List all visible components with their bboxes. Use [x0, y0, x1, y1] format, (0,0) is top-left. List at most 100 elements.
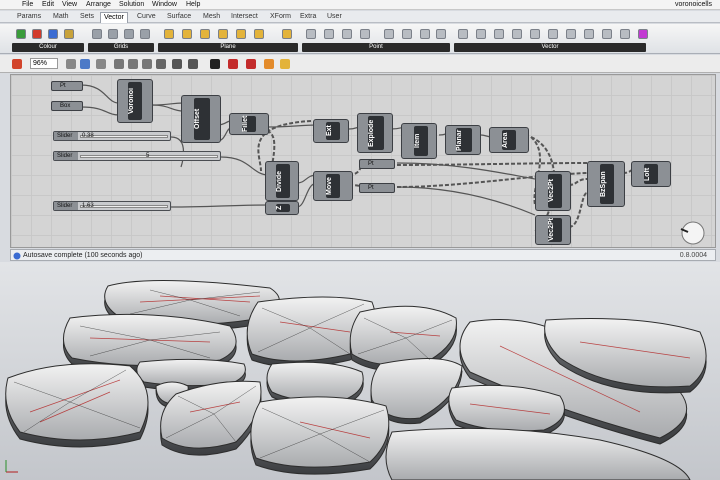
group-point[interactable]: Point	[302, 43, 450, 52]
version-label: 0.8.0004	[679, 252, 707, 259]
tab-surface[interactable]: Surface	[164, 12, 194, 23]
material-icon[interactable]	[280, 59, 290, 69]
menu-help[interactable]: Help	[186, 1, 200, 8]
point-list-icon[interactable]	[384, 29, 394, 39]
param-pt-b[interactable]: Pt	[359, 183, 395, 193]
vector-2pt-icon[interactable]	[494, 29, 504, 39]
slider-height[interactable]: Slider 1.63	[53, 201, 171, 211]
plane-xz-icon[interactable]	[182, 29, 192, 39]
vector-unit-icon[interactable]	[584, 29, 594, 39]
open-icon[interactable]	[128, 59, 138, 69]
plane-normal-icon[interactable]	[236, 29, 246, 39]
tab-sets[interactable]: Sets	[77, 12, 97, 23]
slider-count[interactable]: Slider 5	[53, 151, 221, 161]
colour-swatch-icon[interactable]	[16, 29, 26, 39]
grid-hex-icon[interactable]	[92, 29, 102, 39]
param-box[interactable]: Box	[51, 101, 83, 111]
point-xyz-icon[interactable]	[306, 29, 316, 39]
fillet-component[interactable]: Fillet	[229, 113, 269, 135]
tab-user[interactable]: User	[324, 12, 345, 23]
component-name: Voronoi	[128, 82, 142, 120]
vector-length-icon[interactable]	[512, 29, 522, 39]
group-grids[interactable]: Grids	[88, 43, 154, 52]
tab-vector[interactable]: Vector	[100, 12, 128, 23]
menu-arrange[interactable]: Arrange	[86, 1, 111, 8]
play-icon[interactable]	[210, 59, 220, 69]
colour-picker-icon[interactable]	[64, 29, 74, 39]
point-distance-icon[interactable]	[342, 29, 352, 39]
tab-xform[interactable]: XForm	[267, 12, 294, 23]
menu-window[interactable]: Window	[152, 1, 177, 8]
vector-dot-icon[interactable]	[566, 29, 576, 39]
point-sort-icon[interactable]	[402, 29, 412, 39]
rhino-viewport[interactable]	[0, 262, 720, 480]
group-plane[interactable]: Plane	[158, 43, 298, 52]
vector-cross-icon[interactable]	[548, 29, 558, 39]
vec2pt-component-b[interactable]: Vec2Pt	[535, 215, 571, 245]
bzspan-component[interactable]: BzSpan	[587, 161, 625, 207]
plane-fit-icon[interactable]	[282, 29, 292, 39]
bake-icon[interactable]	[228, 59, 238, 69]
sphere-preview-icon[interactable]	[246, 59, 256, 69]
zoom-field[interactable]: 96%	[30, 58, 58, 69]
preview-icon[interactable]	[172, 59, 182, 69]
menu-view[interactable]: View	[62, 1, 77, 8]
offset-component[interactable]: Offset	[181, 95, 221, 143]
grid-square-icon[interactable]	[108, 29, 118, 39]
vector-rotate-icon[interactable]	[602, 29, 612, 39]
group-colour[interactable]: Colour	[12, 43, 84, 52]
hand-icon[interactable]	[80, 59, 90, 69]
menu-solution[interactable]: Solution	[119, 1, 144, 8]
lock-icon[interactable]	[142, 59, 152, 69]
group-vector[interactable]: Vector	[454, 43, 646, 52]
loft-component[interactable]: Loft	[631, 161, 671, 187]
planar-component[interactable]: Planar	[445, 125, 481, 155]
save-icon[interactable]	[114, 59, 124, 69]
vec2pt-component-a[interactable]: Vec2Pt	[535, 171, 571, 211]
point-barycentric-icon[interactable]	[420, 29, 430, 39]
colour-gradient-icon[interactable]	[48, 29, 58, 39]
menu-edit[interactable]: Edit	[42, 1, 54, 8]
vector-xyz-icon[interactable]	[458, 29, 468, 39]
grid-tri-icon[interactable]	[124, 29, 134, 39]
zoom-extents-icon[interactable]	[96, 59, 106, 69]
param-pt[interactable]: Pt	[51, 81, 83, 91]
menu-file[interactable]: File	[22, 1, 33, 8]
pen-icon[interactable]	[12, 59, 22, 69]
tab-curve[interactable]: Curve	[134, 12, 159, 23]
tab-params[interactable]: Params	[14, 12, 44, 23]
divide-component[interactable]: Divide	[265, 161, 299, 201]
tab-extra[interactable]: Extra	[297, 12, 319, 23]
navigation-dial-icon[interactable]	[677, 219, 711, 247]
list-item-component[interactable]: Item	[401, 123, 437, 159]
point-tsc-icon[interactable]	[436, 29, 446, 39]
vector-decompose-icon[interactable]	[476, 29, 486, 39]
plane-yz-icon[interactable]	[200, 29, 210, 39]
tab-math[interactable]: Math	[50, 12, 72, 23]
extrude-component[interactable]: Ext	[313, 119, 349, 143]
display-icon[interactable]	[156, 59, 166, 69]
slider-offset[interactable]: Slider 0.38	[53, 131, 171, 141]
param-pt-a[interactable]: Pt	[359, 159, 395, 169]
move-component[interactable]: Move	[313, 171, 353, 201]
tab-intersect[interactable]: Intersect	[228, 12, 261, 23]
area-component[interactable]: Area	[489, 127, 529, 153]
plane-origin-icon[interactable]	[218, 29, 228, 39]
wireframe-icon[interactable]	[188, 59, 198, 69]
colour-sphere-icon[interactable]	[32, 29, 42, 39]
zoom-icon[interactable]	[66, 59, 76, 69]
vector-angle-icon[interactable]	[530, 29, 540, 39]
shaded-icon[interactable]	[264, 59, 274, 69]
point-decompose-icon[interactable]	[324, 29, 334, 39]
z-vector-component[interactable]: Z	[265, 201, 299, 215]
definition-canvas[interactable]: Pt Box Slider 0.38 Slider 5 Slider 1.63 …	[10, 74, 716, 248]
grid-radial-icon[interactable]	[140, 29, 150, 39]
point-cloud-icon[interactable]	[360, 29, 370, 39]
vector-reverse-icon[interactable]	[638, 29, 648, 39]
tab-mesh[interactable]: Mesh	[200, 12, 223, 23]
plane-3pt-icon[interactable]	[254, 29, 264, 39]
explode-component[interactable]: Explode	[357, 113, 393, 153]
voronoi-component[interactable]: Voronoi	[117, 79, 153, 123]
vector-amplitude-icon[interactable]	[620, 29, 630, 39]
plane-xy-icon[interactable]	[164, 29, 174, 39]
